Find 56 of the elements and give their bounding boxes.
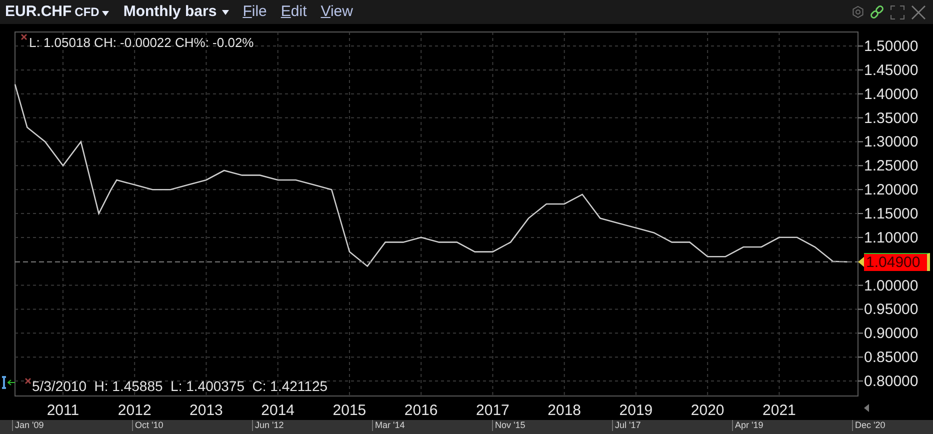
y-axis-label: 1.20000 <box>864 182 918 199</box>
instrument-type-label: CFD <box>74 4 100 21</box>
navigator-label: Dec '20 <box>852 420 912 431</box>
settings-icon[interactable] <box>852 6 864 18</box>
bar-info-text: 5/3/2010 H: 1.45885 L: 1.400375 C: 1.421125 <box>32 377 328 395</box>
y-axis-label: 0.85000 <box>864 349 918 366</box>
menu-item[interactable]: Edit <box>280 0 307 24</box>
x-axis-label: 2014 <box>261 402 295 419</box>
close-icon[interactable] <box>911 4 926 20</box>
navigator-label: Jul '17 <box>612 420 672 431</box>
close-mark-icon[interactable] <box>25 378 31 384</box>
fullscreen-icon[interactable] <box>890 4 905 20</box>
y-axis-label: 0.95000 <box>864 301 918 318</box>
price-info-text: L: 1.05018 CH: -0.00022 CH%: -0.02% <box>29 34 254 52</box>
y-axis-label: 1.40000 <box>864 86 918 103</box>
x-axis-label: 2017 <box>476 402 510 419</box>
x-axis-label: 2013 <box>190 402 223 419</box>
symbol-dropdown[interactable]: EUR.CHF CFD <box>5 0 110 24</box>
close-mark-icon[interactable] <box>21 34 27 40</box>
cursor-icon[interactable] <box>2 376 15 389</box>
navigator-label: Oct '10 <box>132 420 192 431</box>
navigator-label: Mar '14 <box>372 420 432 431</box>
x-axis-label: 2021 <box>762 402 796 419</box>
x-axis-label: 2016 <box>404 402 438 419</box>
y-axis-label: 1.25000 <box>864 158 918 175</box>
scroll-arrow-icon[interactable] <box>864 404 869 412</box>
period-label: Monthly bars <box>123 2 217 22</box>
navigator-label: Jan '09 <box>12 420 72 431</box>
y-axis-label: 1.50000 <box>864 38 918 56</box>
x-axis-label: 2018 <box>548 402 582 419</box>
x-axis-label: 2011 <box>46 402 80 419</box>
y-axis-label: 1.35000 <box>864 110 918 127</box>
navigator-label: Apr '19 <box>732 420 792 431</box>
caret-icon <box>222 10 229 14</box>
x-axis-label: 2020 <box>690 402 724 419</box>
x-axis-label: 2012 <box>118 402 152 419</box>
y-axis-label: 1.10000 <box>864 229 918 246</box>
navigator-bar[interactable]: Jan '09 Oct '10 Jun '12 Mar '14 Nov '15 Jul '17 Apr '19 Dec '20 <box>0 420 933 434</box>
last-price-badge: 1.04900 <box>864 252 930 271</box>
y-axis-label: 0.90000 <box>864 325 918 342</box>
link-icon[interactable] <box>870 5 884 19</box>
y-axis-label: 1.45000 <box>864 62 918 79</box>
x-axis-label: 2019 <box>619 402 653 419</box>
y-axis-label: 1.30000 <box>864 134 918 151</box>
caret-icon <box>102 10 110 16</box>
navigator-label: Jun '12 <box>252 420 312 431</box>
menu-item[interactable]: View <box>320 0 353 24</box>
x-axis-label: 2015 <box>332 402 366 419</box>
y-axis-label: 1.15000 <box>864 206 918 223</box>
price-pointer-icon <box>858 256 864 267</box>
symbol-label: EUR.CHF <box>5 2 72 22</box>
y-axis-label: 0.80000 <box>864 373 918 390</box>
y-axis-label: 1.00000 <box>864 277 918 294</box>
navigator-label: Nov '15 <box>492 420 552 431</box>
menu-item[interactable]: File <box>242 0 267 24</box>
period-dropdown[interactable]: Monthly bars <box>123 0 229 24</box>
